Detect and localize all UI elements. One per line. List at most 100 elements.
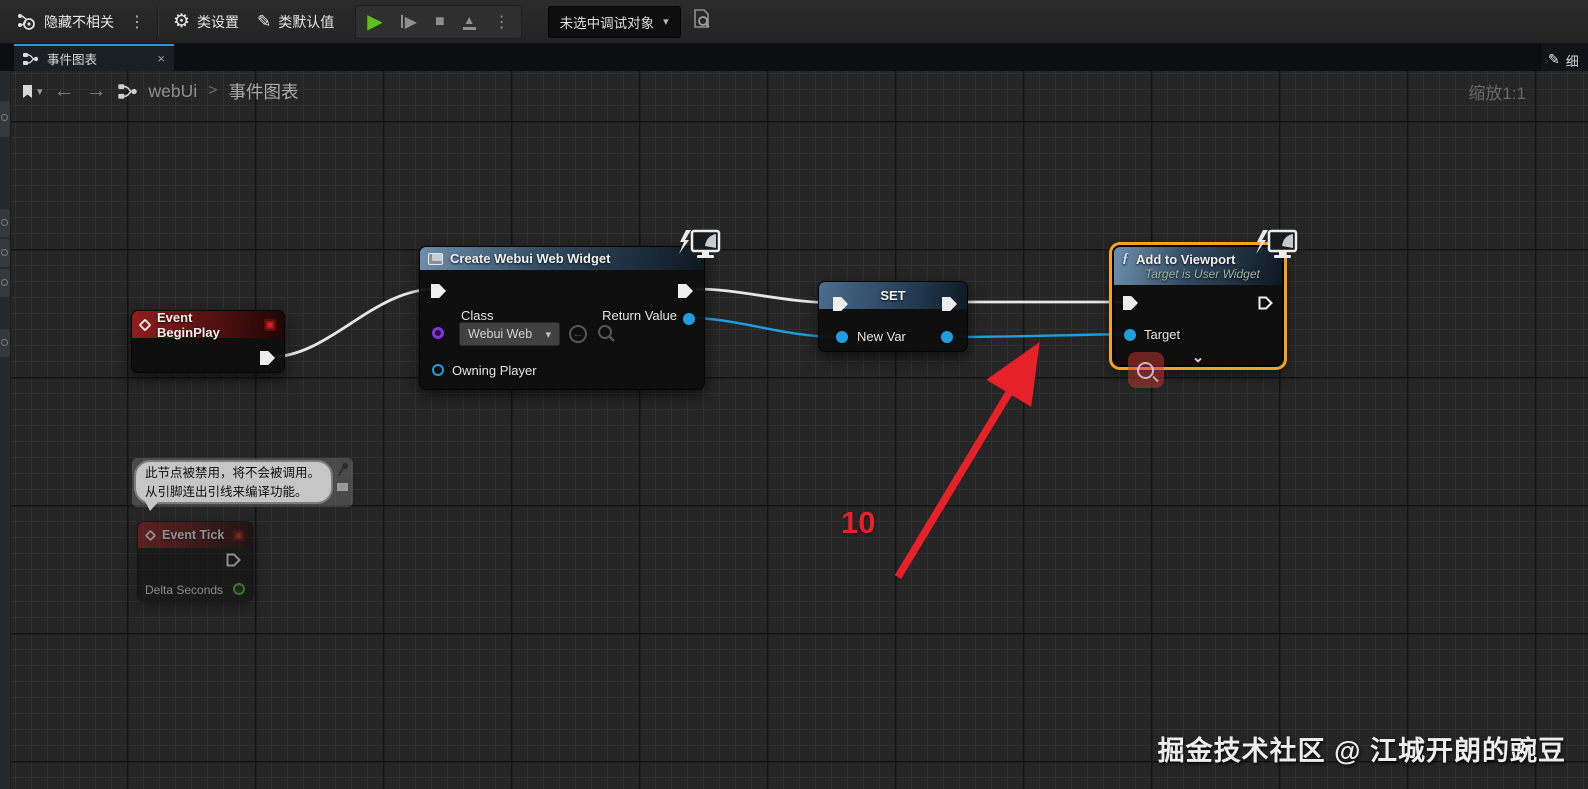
class-settings-button[interactable]: ⚙ 类设置 [164, 5, 248, 39]
exec-wire-beginplay-create[interactable] [269, 287, 437, 359]
delta-seconds-pin[interactable] [233, 583, 245, 595]
node-title: Event Tick [162, 528, 225, 542]
stop-button[interactable]: ■ [426, 13, 454, 31]
node-title: Event BeginPlay [157, 309, 220, 340]
breadcrumb-separator: > [208, 82, 218, 99]
cursor-click-highlight [1128, 352, 1164, 388]
eject-icon: ▲ [462, 14, 476, 30]
eject-button[interactable]: ▲ [454, 14, 485, 30]
node-title: Add to Viewport [1136, 251, 1236, 267]
frame-advance-button[interactable]: ▶ [392, 12, 426, 32]
watermark-text: 掘金技术社区 @ 江城开朗的豌豆 [1157, 736, 1566, 766]
annotation-number: 10 [841, 505, 876, 540]
newvar-in-pin[interactable] [836, 331, 848, 343]
left-strip-button [0, 239, 10, 267]
tab-label: 事件图表 [47, 53, 98, 67]
gear-icon: ⚙ [173, 11, 191, 32]
newvar-out-pin[interactable] [941, 331, 953, 343]
play-options-button[interactable]: ⋮ [485, 12, 519, 32]
node-header[interactable]: Event BeginPlay [132, 309, 284, 340]
class-pin-label: Class [461, 308, 494, 323]
event-debug-indicator-icon [264, 318, 276, 331]
use-selected-asset-button[interactable]: ← [569, 325, 587, 343]
left-panel-edge[interactable] [0, 71, 11, 789]
cursor-lens-handle [1152, 375, 1159, 383]
disabled-node-comment-bubble: 此节点被禁用，将不会被调用。 从引脚连出引线来编译功能。 [132, 458, 353, 511]
find-in-blueprint-button[interactable] [691, 8, 713, 35]
node-title: SET [880, 288, 906, 303]
node-subtitle: Target is User Widget [1145, 267, 1260, 281]
node-set-variable[interactable]: SET New Var [818, 281, 968, 352]
main-toolbar: 隐藏不相关 ⋮ ⚙ 类设置 ✎ 类默认值 ▶ ▶ ■ ▲ ⋮ 未选中调试对象 ▾ [0, 0, 1588, 44]
wire-layer [269, 287, 1129, 359]
exec-in-pin[interactable] [1123, 296, 1138, 310]
left-strip-button [0, 101, 10, 137]
chevron-down-icon: ▾ [545, 328, 551, 341]
debug-object-dropdown[interactable]: 未选中调试对象 ▾ [547, 5, 681, 38]
toolbar-separator [157, 6, 158, 37]
nav-forward-button[interactable]: → [86, 79, 107, 103]
graph-canvas[interactable]: ▾ ← → webUi > 事件图表 缩放1:1 Event BeginPlay… [0, 71, 1588, 789]
exec-in-pin[interactable] [431, 284, 446, 298]
class-pin[interactable] [432, 327, 444, 339]
breadcrumb-root[interactable]: webUi [149, 81, 198, 102]
exec-out-pin[interactable] [678, 284, 693, 298]
breadcrumb: ▾ ← → webUi > 事件图表 [22, 75, 299, 107]
class-settings-label: 类设置 [197, 13, 240, 30]
exec-out-pin[interactable] [260, 351, 275, 365]
event-diamond-icon [144, 529, 157, 541]
owning-player-label: Owning Player [452, 363, 537, 378]
class-defaults-button[interactable]: ✎ 类默认值 [248, 5, 343, 39]
tab-event-graph[interactable]: 事件图表 × [14, 44, 174, 71]
browse-asset-button[interactable] [597, 324, 616, 348]
pin-bubble-icon[interactable] [337, 462, 350, 476]
owning-player-pin[interactable] [432, 364, 444, 376]
magnifier-icon [598, 325, 615, 342]
class-select-value: Webui Web [468, 327, 533, 341]
client-monitor-icon [679, 229, 721, 258]
node-add-to-viewport[interactable]: ƒ Add to Viewport Target is User Widget … [1113, 246, 1283, 366]
return-value-pin[interactable] [683, 313, 695, 325]
node-event-beginplay[interactable]: Event BeginPlay [131, 310, 285, 373]
comment-line-1: 此节点被禁用，将不会被调用。 [145, 466, 321, 480]
event-debug-indicator-icon [233, 529, 244, 541]
breadcrumb-current[interactable]: 事件图表 [229, 79, 299, 104]
comment-line-2: 从引脚连出引线来编译功能。 [145, 485, 308, 500]
nav-back-button[interactable]: ← [54, 79, 75, 103]
tab-close-button[interactable]: × [157, 51, 165, 66]
node-header[interactable]: Event Tick [138, 522, 252, 548]
document-tab-bar: 事件图表 × [0, 44, 1588, 71]
pencil-lines-icon: ✎ [257, 11, 272, 31]
event-diamond-icon [138, 317, 152, 332]
class-select-dropdown[interactable]: Webui Web ▾ [459, 322, 560, 346]
hide-unrelated-icon [18, 13, 35, 30]
newvar-label: New Var [857, 329, 906, 344]
left-strip-button [0, 329, 10, 357]
zoom-level-label: 缩放1:1 [1468, 84, 1526, 103]
graph-icon [117, 83, 137, 99]
node-event-tick[interactable]: Event Tick Delta Seconds [137, 521, 253, 602]
debug-object-value: 未选中调试对象 [559, 15, 655, 31]
comment-mini-box-icon [336, 482, 349, 492]
chevron-down-icon: ▾ [663, 16, 669, 28]
graph-icon [23, 52, 39, 65]
left-strip-button [0, 269, 10, 297]
bookmark-icon [23, 84, 32, 98]
exec-out-pin[interactable] [1258, 296, 1273, 310]
play-button[interactable]: ▶ [358, 9, 391, 34]
delta-seconds-label: Delta Seconds [145, 583, 224, 597]
data-wire-newvar-target[interactable] [951, 332, 1129, 339]
bookmark-button[interactable]: ▾ [22, 84, 43, 99]
chevron-down-icon: ▾ [37, 85, 43, 98]
hide-unrelated-options-button[interactable]: ⋮ [123, 12, 151, 32]
return-value-label: Return Value [602, 308, 677, 323]
hide-unrelated-button[interactable]: 隐藏不相关 [8, 5, 123, 39]
widget-icon [428, 252, 443, 265]
target-pin[interactable] [1124, 329, 1136, 341]
find-in-blueprint-icon [693, 9, 710, 28]
class-defaults-label: 类默认值 [278, 13, 335, 30]
exec-out-pin[interactable] [226, 553, 241, 567]
node-header[interactable]: Create Webui Web Widget [420, 247, 704, 270]
comment-bubble-tail [145, 501, 159, 511]
node-create-webui-web-widget[interactable]: Create Webui Web Widget Class Webui Web … [419, 246, 705, 390]
